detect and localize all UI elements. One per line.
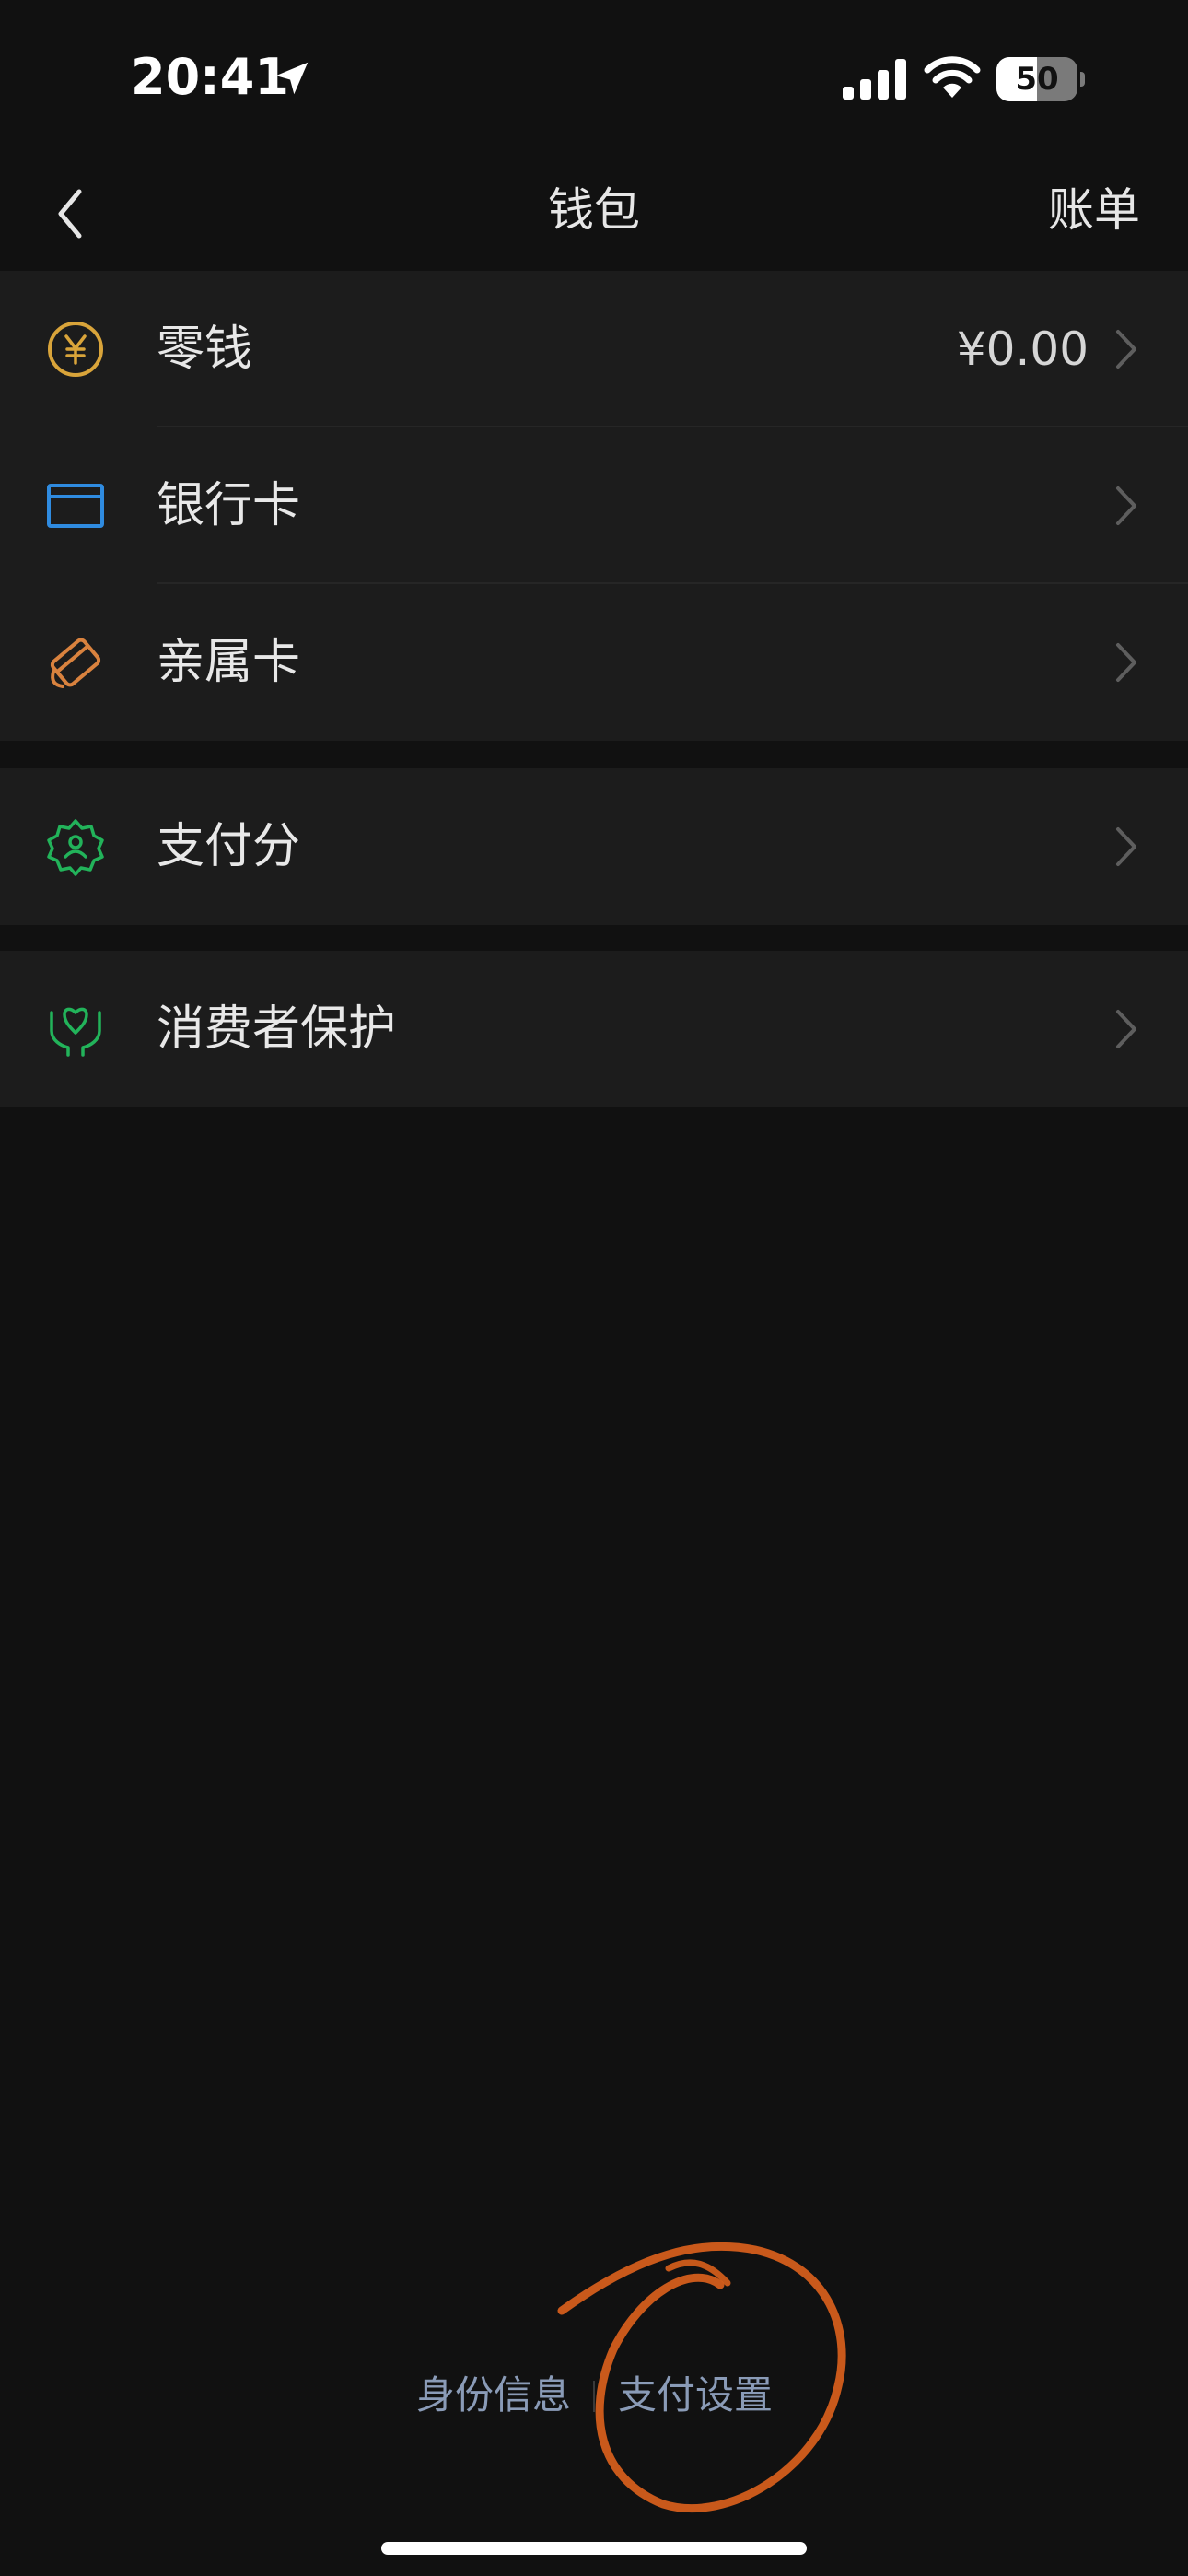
hands-protect-icon: [50, 1007, 101, 1057]
status-bar: 20:41 50: [0, 0, 1188, 157]
list-item-label: 支付分: [157, 819, 301, 874]
bill-button[interactable]: 账单: [1048, 157, 1140, 271]
status-time: 20:41: [131, 48, 289, 106]
chevron-right-icon: [1116, 643, 1136, 682]
yuan-coin-icon: [48, 322, 103, 377]
family-card-icon: [50, 638, 101, 688]
wallet-group-protection: 消费者保护: [0, 951, 1188, 1107]
cellular-signal-icon: [843, 59, 906, 100]
navigation-bar: 钱包 账单: [0, 157, 1188, 271]
list-item-label: 银行卡: [157, 478, 301, 533]
annotation-circle-icon: [557, 2242, 846, 2512]
chevron-right-icon: [1116, 827, 1136, 866]
location-arrow-icon: [275, 62, 309, 95]
back-button[interactable]: [37, 177, 101, 251]
wifi-icon: [924, 56, 981, 98]
identity-info-link[interactable]: 身份信息: [416, 2359, 571, 2432]
chevron-right-icon: [1116, 486, 1136, 525]
balance-value: ¥0.00: [956, 322, 1089, 376]
list-item-change[interactable]: 零钱 ¥0.00: [0, 271, 1188, 427]
battery-tip: [1080, 72, 1085, 87]
page-title: 钱包: [548, 183, 640, 237]
chevron-right-icon: [1116, 1010, 1136, 1048]
wallet-group-score: 支付分: [0, 768, 1188, 925]
home-indicator: [381, 2542, 807, 2555]
list-item-family-card[interactable]: 亲属卡: [0, 584, 1188, 741]
wallet-group-primary: 零钱 ¥0.00 银行卡 亲属卡: [0, 271, 1188, 741]
list-item-label: 亲属卡: [157, 635, 301, 690]
list-item-label: 零钱: [157, 322, 253, 377]
list-item-consumer-protection[interactable]: 消费者保护: [0, 951, 1188, 1107]
chevron-left-icon: [58, 189, 82, 239]
pay-score-badge-icon: [47, 819, 104, 876]
battery-body: 50: [996, 57, 1077, 101]
bank-card-icon: [47, 484, 104, 528]
list-item-pay-score[interactable]: 支付分: [0, 768, 1188, 925]
list-item-bank-card[interactable]: 银行卡: [0, 427, 1188, 584]
battery-percentage: 50: [1015, 61, 1059, 98]
list-item-label: 消费者保护: [157, 1001, 397, 1057]
battery-icon: 50: [996, 57, 1085, 101]
chevron-right-icon: [1116, 330, 1136, 369]
